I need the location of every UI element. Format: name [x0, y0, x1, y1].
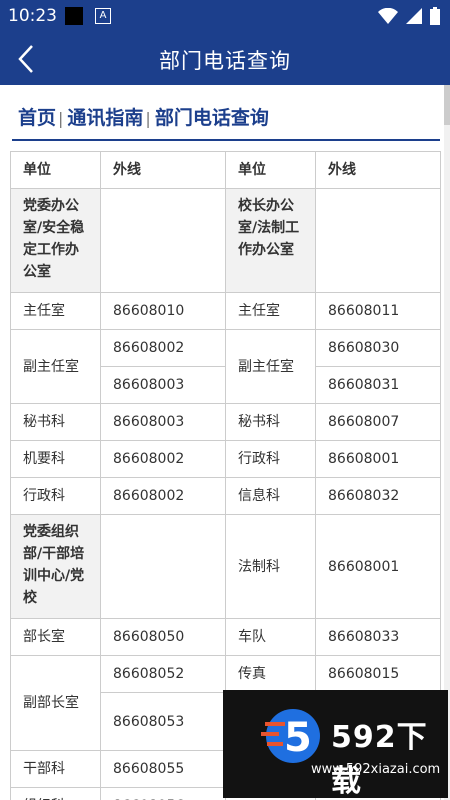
phone-cell[interactable]: 86608052 [100, 655, 226, 693]
phone-cell[interactable]: 86608053 [100, 692, 226, 751]
breadcrumb-guide[interactable]: 通讯指南 [67, 107, 143, 129]
phone-cell[interactable]: 86608002 [100, 440, 226, 478]
logo-digit: 5 [284, 715, 312, 761]
phone-cell[interactable]: 86608015 [315, 655, 441, 693]
watermark-logo: 5 592下载 www.592xiazai.com [223, 690, 448, 799]
phone-cell[interactable]: 86608030 [315, 329, 441, 367]
breadcrumb-divider [12, 139, 440, 141]
breadcrumb: 首页 | 通讯指南 | 部门电话查询 [18, 103, 269, 130]
watermark-brand: 592下载 [331, 720, 428, 799]
unit-cell: 组织科 [10, 787, 101, 800]
status-time: 10:23 [8, 6, 57, 26]
phone-cell[interactable]: 86608055 [100, 750, 226, 788]
phone-cell[interactable]: 86608007 [315, 403, 441, 441]
phone-cell[interactable]: 86608031 [315, 366, 441, 404]
status-icons [378, 7, 440, 25]
table-row: 党委办公室/安全稳定工作办公室 校长办公室/法制工作办公室 [10, 188, 441, 293]
group-heading: 党委组织部/干部培训中心/党校 [10, 514, 101, 619]
phone-cell[interactable]: 86608033 [315, 618, 441, 656]
unit-cell: 秘书科 [225, 403, 316, 441]
phone-cell[interactable]: 86608003 [100, 366, 226, 404]
phone-cell[interactable]: 86608001 [315, 440, 441, 478]
page-title: 部门电话查询 [159, 49, 291, 73]
unit-cell: 秘书科 [10, 403, 101, 441]
unit-cell: 行政科 [225, 440, 316, 478]
unit-cell: 机要科 [10, 440, 101, 478]
unit-cell: 主任室 [10, 292, 101, 330]
a-badge-icon: A [95, 8, 111, 24]
header-unit: 单位 [225, 151, 316, 189]
table-row: 副主任室 86608002 副主任室 86608030 [10, 329, 441, 404]
app-bar: 部门电话查询 [0, 33, 450, 85]
table-row: 机要科 86608002 行政科 86608001 [10, 440, 441, 478]
table-cell [100, 188, 226, 293]
table-cell [100, 514, 226, 619]
breadcrumb-separator: | [58, 109, 64, 128]
phone-cell[interactable]: 86608011 [315, 292, 441, 330]
watermark-url: www.592xiazai.com [311, 762, 441, 777]
unit-cell: 传真 [225, 655, 316, 693]
phone-cell[interactable]: 86608010 [100, 292, 226, 330]
breadcrumb-current[interactable]: 部门电话查询 [155, 107, 269, 129]
phone-cell[interactable]: 86608002 [100, 477, 226, 515]
table-row: 副部长室 86608052 传真 86608015 [10, 655, 441, 751]
group-heading: 校长办公室/法制工作办公室 [225, 188, 316, 293]
unit-cell: 部长室 [10, 618, 101, 656]
unit-cell: 法制科 [225, 514, 316, 619]
unit-cell: 副主任室 [225, 329, 316, 404]
header-unit: 单位 [10, 151, 101, 189]
group-heading: 党委办公室/安全稳定工作办公室 [10, 188, 101, 293]
unit-cell: 行政科 [10, 477, 101, 515]
table-header-row: 单位 外线 单位 外线 [10, 151, 441, 189]
wifi-icon [378, 8, 398, 24]
table-row: 秘书科 86608003 秘书科 86608007 [10, 403, 441, 441]
status-bar: 10:23 A [0, 0, 450, 33]
unit-cell: 干部科 [10, 750, 101, 788]
table-row: 行政科 86608002 信息科 86608032 [10, 477, 441, 515]
unit-cell: 副部长室 [10, 655, 101, 751]
scrollbar-thumb[interactable] [444, 85, 450, 125]
battery-icon [430, 7, 440, 25]
unit-cell: 主任室 [225, 292, 316, 330]
notification-square-icon [65, 7, 83, 25]
phone-cell[interactable]: 86608001 [315, 514, 441, 619]
breadcrumb-home[interactable]: 首页 [18, 107, 56, 129]
table-cell [315, 188, 441, 293]
logo-5-icon: 5 [261, 709, 320, 763]
unit-cell: 信息科 [225, 477, 316, 515]
unit-cell: 车队 [225, 618, 316, 656]
unit-cell: 副主任室 [10, 329, 101, 404]
table-row: 党委组织部/干部培训中心/党校 法制科 86608001 [10, 514, 441, 619]
phone-cell[interactable]: 86608032 [315, 477, 441, 515]
table-row: 主任室 86608010 主任室 86608011 [10, 292, 441, 330]
phone-cell[interactable]: 86608050 [100, 618, 226, 656]
phone-cell[interactable]: 86608003 [100, 403, 226, 441]
table-row: 部长室 86608050 车队 86608033 [10, 618, 441, 656]
breadcrumb-separator: | [145, 109, 151, 128]
header-phone: 外线 [100, 151, 226, 189]
phone-cell[interactable]: 86608002 [100, 329, 226, 367]
header-phone: 外线 [315, 151, 441, 189]
phone-cell[interactable]: 86608056 [100, 787, 226, 800]
signal-icon [406, 8, 422, 24]
